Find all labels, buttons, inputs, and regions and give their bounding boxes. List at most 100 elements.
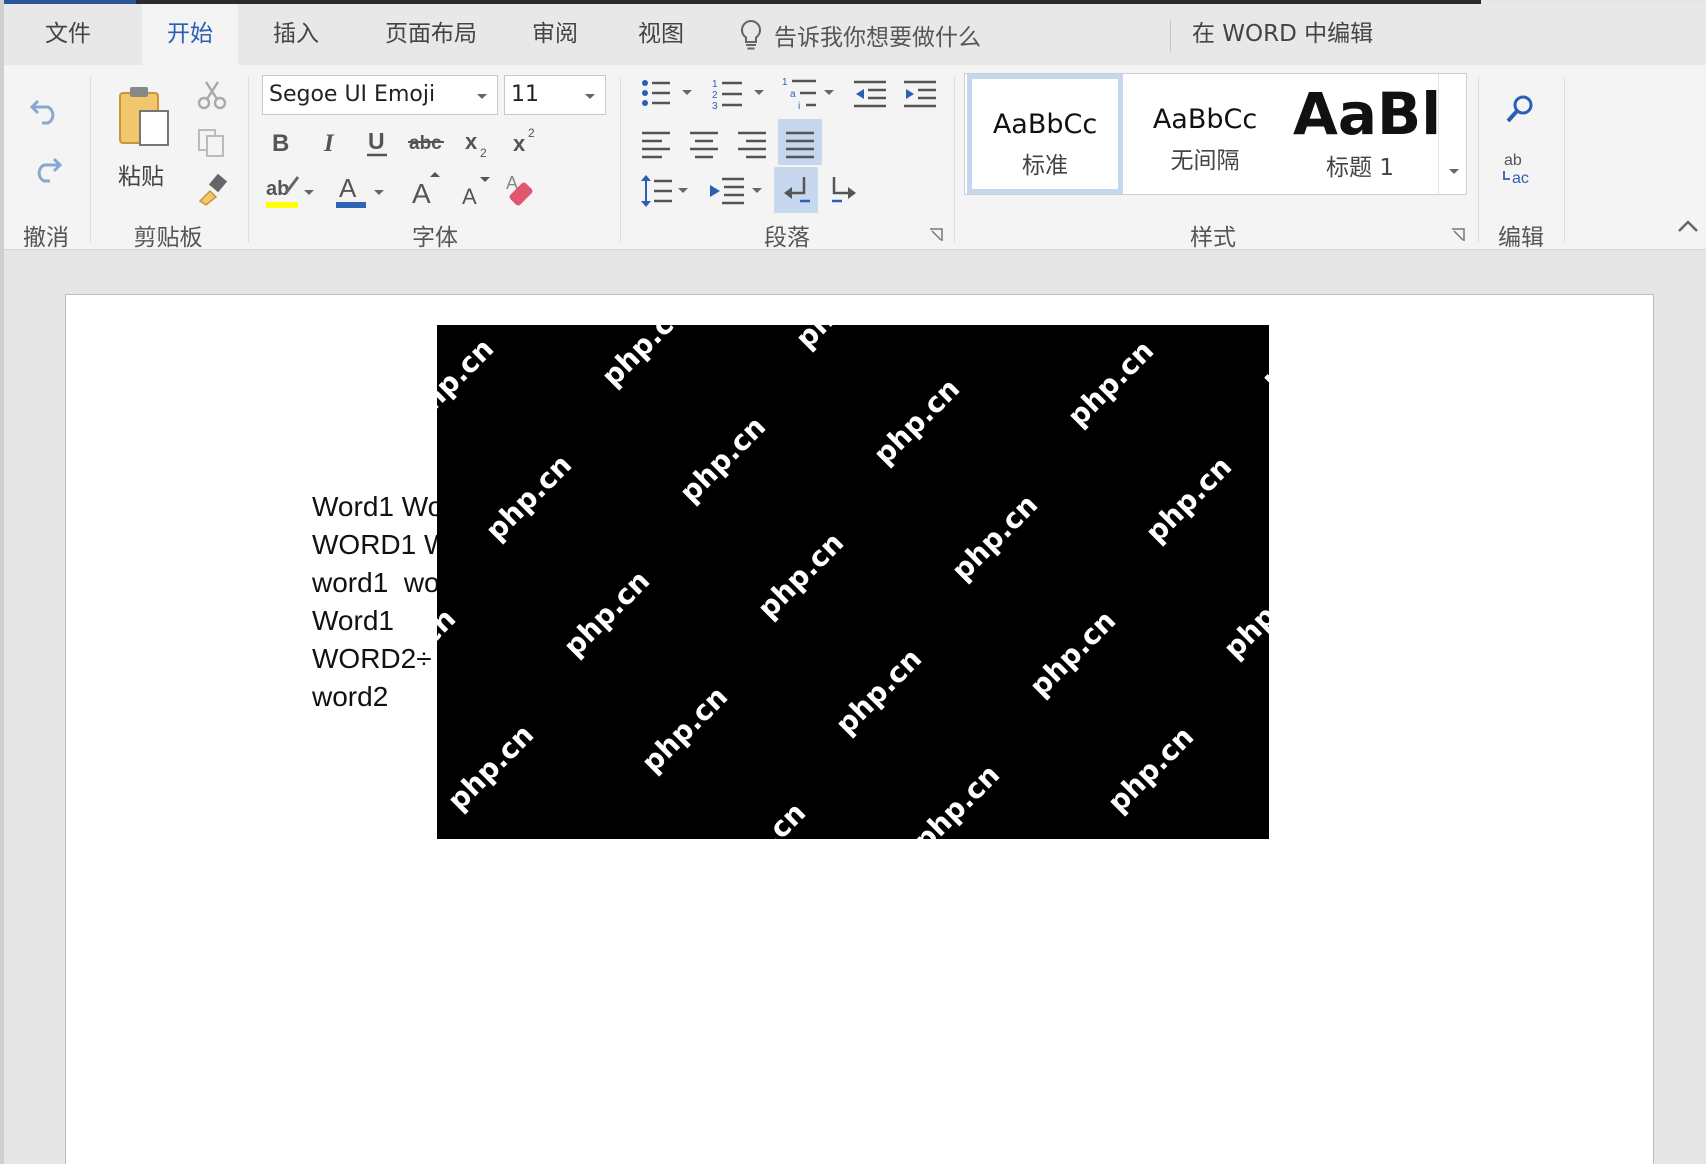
document-line: Word1 [312, 605, 394, 636]
find-icon[interactable] [1504, 93, 1536, 125]
right-to-left-icon[interactable] [828, 173, 862, 209]
redo-icon[interactable] [30, 153, 62, 183]
group-divider [954, 77, 955, 242]
word-online-window: 文件 开始 插入 页面布局 审阅 视图 告诉我你想要做什么 在 WORD 中编辑… [0, 0, 1706, 1164]
font-color-icon[interactable]: A [334, 171, 386, 211]
group-divider [620, 77, 621, 242]
underline-icon[interactable]: U [364, 125, 390, 159]
svg-text:2: 2 [480, 146, 487, 159]
font-size-dropdown[interactable]: 11 [504, 75, 606, 115]
svg-text:2: 2 [528, 126, 535, 140]
watermark-text: php.cn [1061, 333, 1161, 434]
watermark-text: php.cn [1217, 565, 1269, 666]
chevron-down-icon [477, 94, 487, 99]
multilevel-list-icon[interactable]: 1 a i [782, 75, 838, 111]
bullets-icon[interactable] [640, 77, 696, 109]
align-left-icon[interactable] [640, 129, 672, 159]
copy-icon[interactable] [196, 127, 228, 159]
watermark-text: php.cn [635, 679, 735, 780]
style-sample: AaBbCc [1152, 104, 1258, 135]
paragraph-indent-icon[interactable] [708, 173, 764, 209]
paste-icon [119, 87, 169, 146]
chevron-down-icon [585, 94, 595, 99]
group-divider [90, 77, 91, 242]
edit-in-word-button[interactable]: 在 WORD 中编辑 [1192, 4, 1373, 65]
svg-text:ab: ab [1504, 152, 1522, 169]
tab-view[interactable]: 视图 [616, 4, 706, 65]
paste-label: 粘贴 [118, 164, 164, 190]
undo-icon[interactable] [30, 95, 62, 125]
document-body[interactable]: Word1 Wo WORD1 W word1 wo Word1 WORD2÷ w… [312, 488, 450, 716]
font-name-dropdown[interactable]: Segoe UI Emoji [262, 75, 498, 115]
highlight-color-icon[interactable]: ab [264, 171, 316, 211]
svg-text:2: 2 [712, 90, 718, 101]
clear-formatting-icon[interactable]: A [504, 169, 540, 209]
paste-button[interactable]: 粘贴 [110, 77, 180, 197]
style-name: 标题 1 [1326, 155, 1394, 181]
watermark-text: php.cn [673, 409, 773, 510]
document-line: word2 [312, 681, 389, 712]
group-label-clipboard: 剪贴板 [133, 225, 203, 251]
watermark-text: php.cn [441, 717, 541, 818]
document-line: word1 wo [312, 567, 440, 598]
tab-divider [1170, 20, 1171, 52]
subscript-icon[interactable]: x 2 [464, 127, 498, 159]
svg-text:A: A [462, 184, 477, 209]
group-label-font: 字体 [412, 225, 458, 251]
numbering-icon[interactable]: 1 2 3 [712, 77, 768, 111]
increase-indent-icon[interactable] [902, 79, 938, 109]
shrink-font-icon[interactable]: A [460, 173, 492, 209]
style-sample: AaBbCc [992, 109, 1098, 140]
cut-icon[interactable] [196, 79, 228, 111]
align-right-icon[interactable] [736, 129, 768, 159]
line-spacing-icon[interactable] [640, 173, 690, 209]
document-line: WORD1 W [312, 529, 451, 560]
style-normal[interactable]: AaBbCc 标准 [967, 74, 1123, 194]
tab-review[interactable]: 审阅 [510, 4, 600, 65]
dialog-launcher-icon[interactable] [1450, 227, 1468, 245]
left-to-right-icon[interactable] [780, 173, 814, 209]
watermark-text: php.cn [829, 641, 929, 742]
dialog-launcher-icon[interactable] [928, 227, 946, 245]
svg-text:abc: abc [409, 133, 442, 154]
tell-me-search[interactable]: 告诉我你想要做什么 [740, 4, 981, 65]
watermark-text: php.cn [789, 325, 888, 355]
watermark-text: php.cn [479, 447, 579, 548]
font-size-value: 11 [511, 82, 539, 107]
tab-file[interactable]: 文件 [0, 4, 136, 65]
bold-icon[interactable]: B [268, 127, 294, 157]
group-label-styles: 样式 [1190, 225, 1236, 251]
strikethrough-icon[interactable]: abc [408, 127, 444, 157]
watermark-text: php.cn [1101, 719, 1201, 820]
group-label-paragraph: 段落 [764, 225, 810, 251]
watermark-text: php.cn [1255, 325, 1269, 396]
decrease-indent-icon[interactable] [852, 79, 888, 109]
tab-insert[interactable]: 插入 [248, 4, 344, 65]
style-no-spacing[interactable]: AaBbCc 无间隔 [1127, 74, 1283, 194]
svg-text:x: x [513, 131, 526, 156]
format-painter-icon[interactable] [196, 173, 230, 207]
watermark-text: php.cn [713, 796, 812, 839]
superscript-icon[interactable]: x 2 [512, 125, 546, 157]
svg-text:a: a [790, 89, 796, 100]
collapse-ribbon-icon[interactable] [1676, 218, 1700, 234]
chevron-down-icon [1449, 169, 1459, 174]
styles-gallery: AaBbCc 标准 AaBbCc 无间隔 AaBl 标题 1 [964, 73, 1467, 195]
replace-icon[interactable]: ab ac [1500, 149, 1540, 189]
style-name: 标准 [1022, 153, 1068, 179]
style-heading-1[interactable]: AaBl 标题 1 [1283, 74, 1437, 194]
svg-text:3: 3 [712, 101, 718, 111]
lightbulb-icon [740, 19, 762, 49]
justify-icon[interactable] [784, 129, 816, 159]
watermark-text: php.cn [1023, 603, 1123, 704]
tab-page-layout[interactable]: 页面布局 [366, 4, 496, 65]
italic-icon[interactable]: I [318, 127, 344, 157]
watermark-text: php.cn [867, 371, 967, 472]
align-center-icon[interactable] [688, 129, 720, 159]
group-divider [1478, 77, 1479, 242]
svg-text:1: 1 [712, 79, 718, 90]
watermark-text: php.cn [751, 525, 851, 626]
grow-font-icon[interactable]: A [410, 169, 442, 209]
tab-home[interactable]: 开始 [142, 4, 238, 65]
styles-more-button[interactable] [1438, 74, 1466, 194]
